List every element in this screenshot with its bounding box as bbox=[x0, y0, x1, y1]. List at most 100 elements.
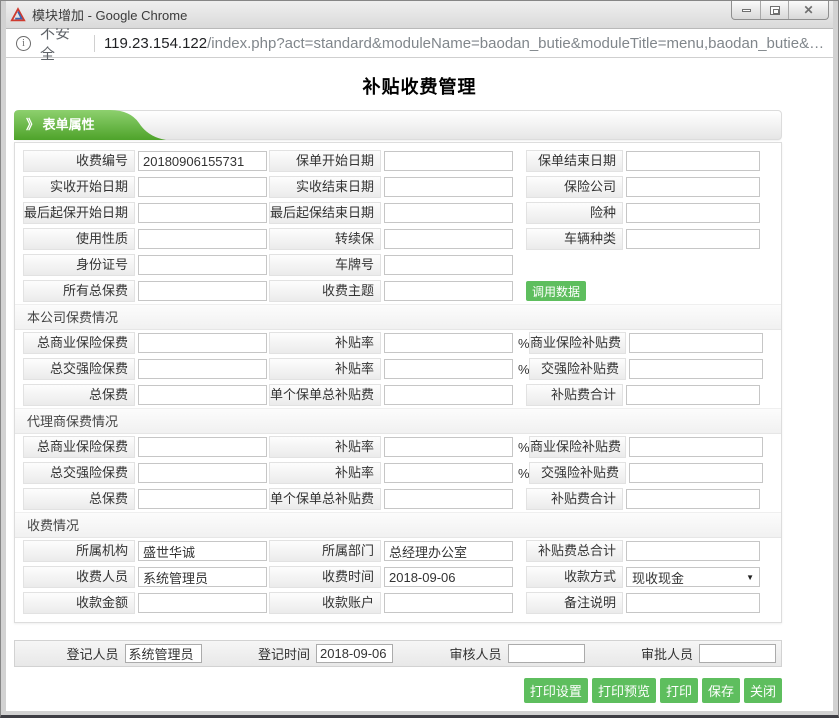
renewal-label: 转续保 bbox=[269, 228, 381, 250]
load-data-button[interactable]: 调用数据 bbox=[526, 281, 586, 301]
form-row: 总商业保险保费补贴率%商业保险补贴费 bbox=[23, 434, 773, 460]
plate-number-input[interactable] bbox=[384, 255, 513, 275]
receiving-account-label: 收款账户 bbox=[269, 592, 381, 614]
actual-received-start-date-input[interactable] bbox=[138, 177, 267, 197]
agent-subsidy-total-label: 补贴费合计 bbox=[526, 488, 623, 510]
company-single-policy-subsidy-input[interactable] bbox=[384, 385, 513, 405]
total-premium-all-input[interactable] bbox=[138, 281, 267, 301]
subsidy-grand-total-label: 补贴费总合计 bbox=[526, 540, 623, 562]
section-header: 收费情况 bbox=[15, 512, 781, 538]
charge-person-input[interactable] bbox=[138, 567, 267, 587]
vehicle-category-input[interactable] bbox=[626, 229, 760, 249]
payment-method-label: 收款方式 bbox=[526, 566, 623, 588]
payment-method-select[interactable]: 现收现金▼ bbox=[626, 567, 760, 587]
action-button-row: 打印设置打印预览打印保存关闭 bbox=[14, 678, 782, 703]
usage-nature-input[interactable] bbox=[138, 229, 267, 249]
browser-window: 模块增加 - Google Chrome ✕ i 不安全 119.23.154.… bbox=[0, 0, 839, 718]
form-row: 所有总保费收费主题调用数据 bbox=[23, 278, 773, 304]
renewal-input[interactable] bbox=[384, 229, 513, 249]
form-row: 总商业保险保费补贴率%商业保险补贴费 bbox=[23, 330, 773, 356]
section-header: 代理商保费情况 bbox=[15, 408, 781, 434]
agent-compulsory-subsidy-rate-label: 补贴率 bbox=[269, 462, 381, 484]
register-time-input[interactable] bbox=[316, 644, 393, 663]
insurance-type-input[interactable] bbox=[626, 203, 760, 223]
print-settings-button[interactable]: 打印设置 bbox=[524, 678, 588, 703]
reviewer-input[interactable] bbox=[508, 644, 585, 663]
charge-subject-input[interactable] bbox=[384, 281, 513, 301]
tab-label: 》 表单属性 bbox=[26, 110, 95, 140]
close-button[interactable]: 关闭 bbox=[744, 678, 782, 703]
form-row: 总交强险保费补贴率%交强险补贴费 bbox=[23, 356, 773, 382]
agent-commercial-subsidy-rate-input[interactable] bbox=[384, 437, 513, 457]
form-row: 身份证号车牌号 bbox=[23, 252, 773, 278]
charge-time-input[interactable] bbox=[384, 567, 513, 587]
reviewer-label: 审核人员 bbox=[398, 644, 508, 663]
received-amount-label: 收款金额 bbox=[23, 592, 135, 614]
company-commercial-premium-input[interactable] bbox=[138, 333, 267, 353]
caret-down-icon: ▼ bbox=[746, 573, 754, 582]
agent-commercial-subsidy-fee-input[interactable] bbox=[629, 437, 763, 457]
insurance-type-label: 险种 bbox=[526, 202, 623, 224]
address-divider bbox=[94, 35, 95, 52]
actual-received-end-date-input[interactable] bbox=[384, 177, 513, 197]
company-subsidy-total-input[interactable] bbox=[626, 385, 760, 405]
agent-compulsory-subsidy-fee-input[interactable] bbox=[629, 463, 763, 483]
company-compulsory-premium-input[interactable] bbox=[138, 359, 267, 379]
subsidy-grand-total-input[interactable] bbox=[626, 541, 760, 561]
organization-input[interactable] bbox=[138, 541, 267, 561]
actual-received-start-date-label: 实收开始日期 bbox=[23, 176, 135, 198]
last-insure-end-date-input[interactable] bbox=[384, 203, 513, 223]
close-icon: ✕ bbox=[803, 4, 813, 16]
info-circle-icon[interactable]: i bbox=[16, 36, 31, 51]
department-input[interactable] bbox=[384, 541, 513, 561]
agent-commercial-premium-input[interactable] bbox=[138, 437, 267, 457]
company-total-premium-label: 总保费 bbox=[23, 384, 135, 406]
company-commercial-subsidy-rate-input[interactable] bbox=[384, 333, 513, 353]
tab-chevron-icon: 》 bbox=[26, 117, 39, 132]
policy-end-date-input[interactable] bbox=[626, 151, 760, 171]
tab-form-properties[interactable]: 》 表单属性 bbox=[14, 110, 166, 140]
insurance-company-label: 保险公司 bbox=[526, 176, 623, 198]
charge-number-input[interactable] bbox=[138, 151, 267, 171]
register-person-input[interactable] bbox=[125, 644, 202, 663]
agent-single-policy-subsidy-input[interactable] bbox=[384, 489, 513, 509]
page-content: 补贴收费管理 》 表单属性 收费编号保单 bbox=[6, 58, 833, 711]
footer-field: 登记人员 bbox=[15, 641, 207, 666]
agent-compulsory-subsidy-rate-input[interactable] bbox=[384, 463, 513, 483]
agent-total-premium-label: 总保费 bbox=[23, 488, 135, 510]
company-commercial-subsidy-rate-label: 补贴率 bbox=[269, 332, 381, 354]
close-window-button[interactable]: ✕ bbox=[788, 1, 828, 19]
received-amount-input[interactable] bbox=[138, 593, 267, 613]
register-time-label: 登记时间 bbox=[207, 644, 317, 663]
footer-strip: 登记人员登记时间审核人员审批人员 bbox=[14, 640, 782, 667]
section-header: 本公司保费情况 bbox=[15, 304, 781, 330]
charge-person-label: 收费人员 bbox=[23, 566, 135, 588]
last-insure-start-date-input[interactable] bbox=[138, 203, 267, 223]
print-preview-button[interactable]: 打印预览 bbox=[592, 678, 656, 703]
policy-start-date-input[interactable] bbox=[384, 151, 513, 171]
id-card-number-input[interactable] bbox=[138, 255, 267, 275]
triangle-logo-icon bbox=[10, 7, 26, 23]
approver-input[interactable] bbox=[699, 644, 776, 663]
company-compulsory-premium-label: 总交强险保费 bbox=[23, 358, 135, 380]
receiving-account-input[interactable] bbox=[384, 593, 513, 613]
agent-subsidy-total-input[interactable] bbox=[626, 489, 760, 509]
company-commercial-subsidy-fee-input[interactable] bbox=[629, 333, 763, 353]
vehicle-category-label: 车辆种类 bbox=[526, 228, 623, 250]
remarks-input[interactable] bbox=[626, 593, 760, 613]
insurance-company-input[interactable] bbox=[626, 177, 760, 197]
company-compulsory-subsidy-rate-input[interactable] bbox=[384, 359, 513, 379]
maximize-icon bbox=[770, 6, 780, 15]
maximize-button[interactable] bbox=[760, 1, 788, 19]
print-button[interactable]: 打印 bbox=[660, 678, 698, 703]
form-row: 使用性质转续保车辆种类 bbox=[23, 226, 773, 252]
agent-compulsory-premium-input[interactable] bbox=[138, 463, 267, 483]
save-button[interactable]: 保存 bbox=[702, 678, 740, 703]
policy-start-date-label: 保单开始日期 bbox=[269, 150, 381, 172]
company-compulsory-subsidy-fee-input[interactable] bbox=[629, 359, 763, 379]
footer-field: 登记时间 bbox=[207, 641, 399, 666]
actual-received-end-date-label: 实收结束日期 bbox=[269, 176, 381, 198]
minimize-button[interactable] bbox=[732, 1, 760, 19]
agent-total-premium-input[interactable] bbox=[138, 489, 267, 509]
company-total-premium-input[interactable] bbox=[138, 385, 267, 405]
